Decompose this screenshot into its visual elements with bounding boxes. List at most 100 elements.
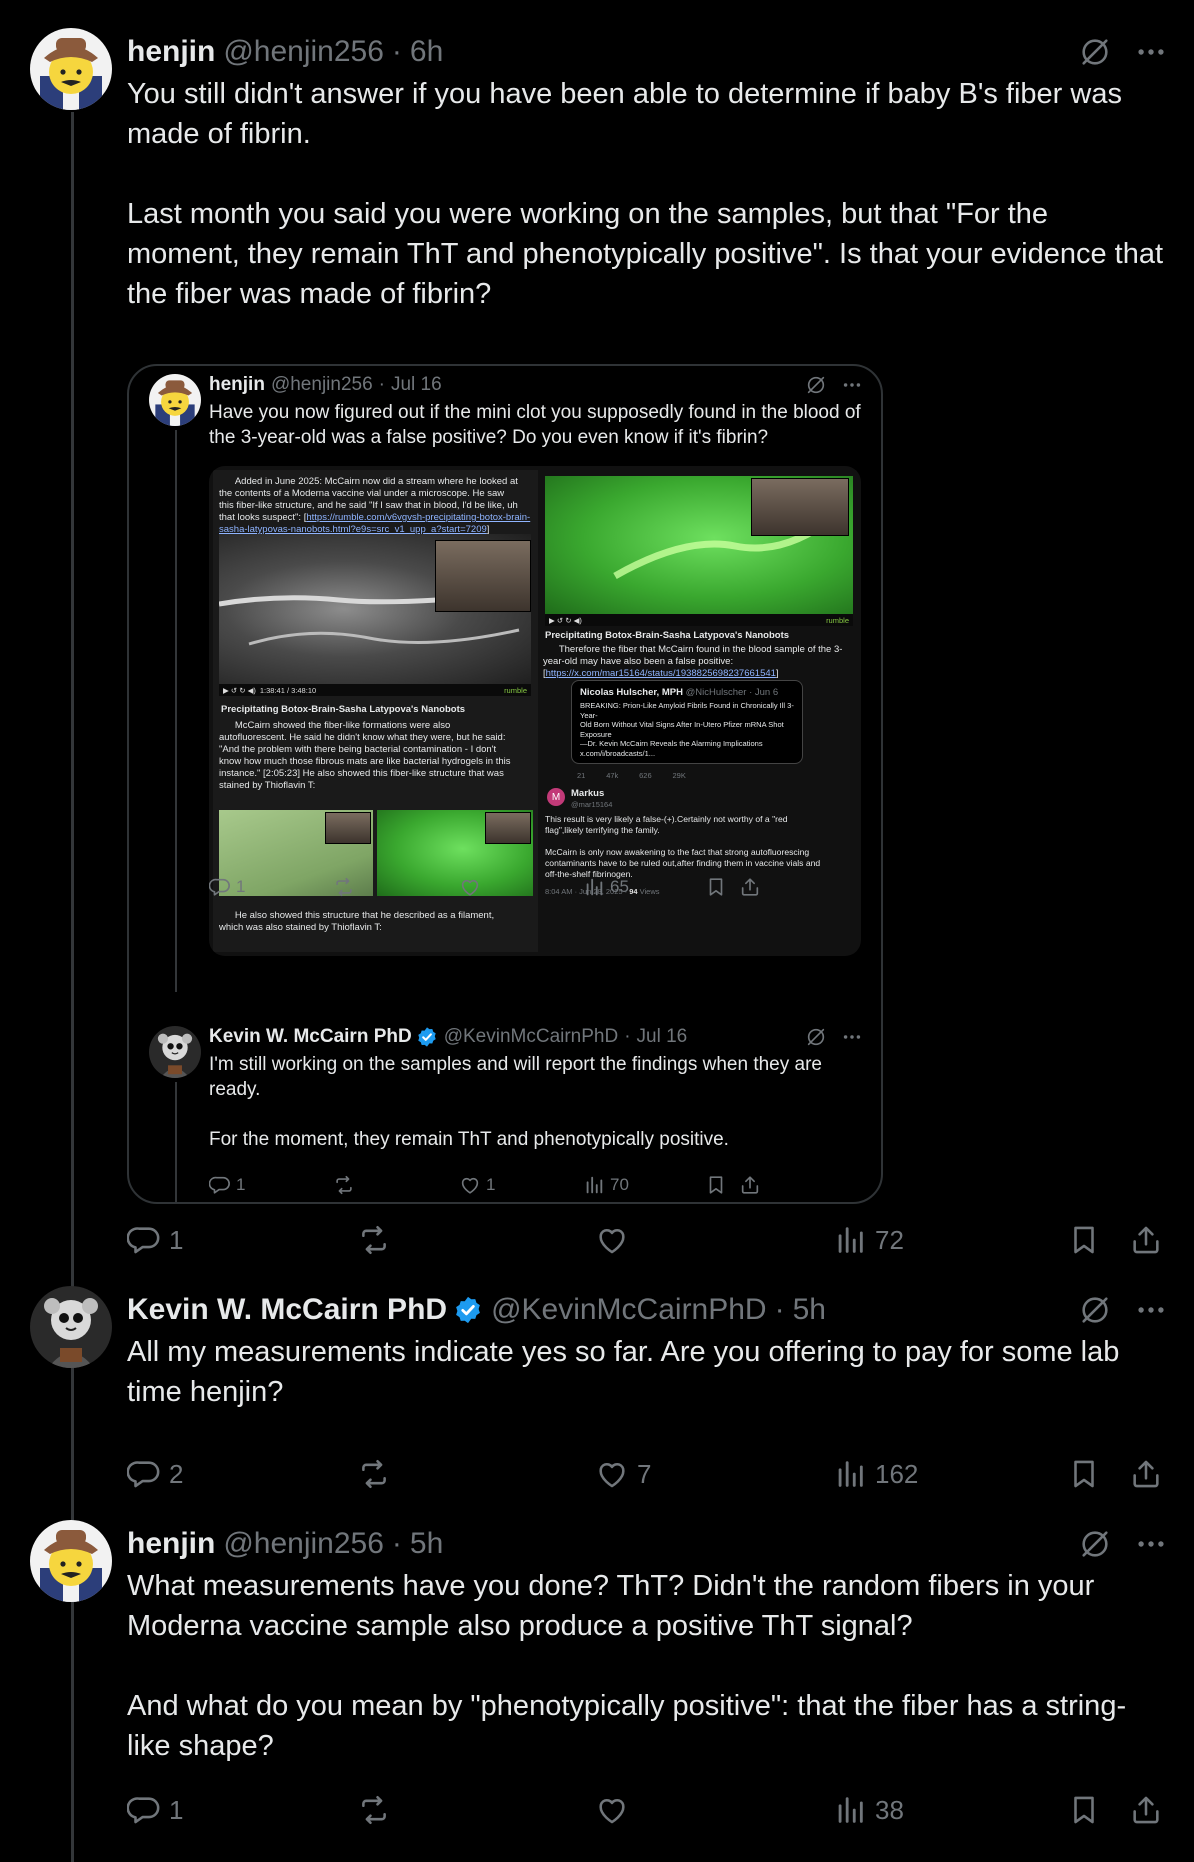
webcam-inset — [325, 812, 371, 844]
reply-button[interactable]: 2 — [127, 1454, 183, 1494]
video-player-bar: ▶ ↺ ↻ ◀) 1:38:41 / 3:48:10 rumble — [219, 684, 531, 696]
like-button[interactable] — [595, 1790, 637, 1830]
share-button[interactable] — [1129, 1790, 1163, 1830]
more-icon[interactable] — [841, 374, 863, 396]
avatar[interactable] — [30, 1286, 112, 1368]
reply-button[interactable]: 1 — [127, 1220, 183, 1260]
quote-action-bar: 1 65 — [209, 874, 859, 900]
quoted-thread[interactable]: henjin @henjin256 · Jul 16 Have you now … — [127, 364, 883, 1204]
separator-dot: · — [378, 374, 385, 395]
quote-header-icons — [805, 372, 863, 398]
media-text: He also showed this structure that he de… — [219, 910, 495, 933]
reply-button[interactable]: 1 — [209, 874, 245, 900]
repost-button[interactable] — [357, 1790, 399, 1830]
verified-icon — [453, 1295, 483, 1325]
media-text: McCairn showed the fiber-like formations… — [219, 720, 511, 791]
card-stats: 21 47k 626 29K — [577, 771, 686, 780]
post-header: Kevin W. McCairn PhD @KevinMcCairnPhD · … — [127, 1290, 1174, 1330]
author-name[interactable]: henjin — [127, 1527, 215, 1561]
share-button[interactable] — [739, 1172, 761, 1198]
views-button[interactable]: 38 — [833, 1790, 904, 1830]
more-icon[interactable] — [841, 1026, 863, 1048]
separator-dot: · — [391, 35, 402, 68]
video-player-bar: ▶ ↺ ↻ ◀) rumble — [545, 614, 853, 626]
avatar[interactable] — [30, 1520, 112, 1602]
author-name[interactable]: Kevin W. McCairn PhD — [127, 1293, 447, 1327]
grok-icon[interactable] — [1078, 1293, 1112, 1327]
quote-author-name[interactable]: Kevin W. McCairn PhD — [209, 1026, 412, 1048]
quote-time[interactable]: Jul 16 — [637, 1026, 688, 1048]
repost-button[interactable] — [333, 1172, 360, 1198]
quote-thread-line — [175, 1082, 177, 1202]
quote-text: Have you now figured out if the mini clo… — [209, 402, 866, 448]
repost-button[interactable] — [357, 1220, 399, 1260]
post-header: henjin @henjin256 · 5h — [127, 1524, 1174, 1564]
more-icon[interactable] — [1134, 1527, 1168, 1561]
like-button[interactable] — [459, 874, 486, 900]
like-button[interactable]: 7 — [595, 1454, 651, 1494]
share-button[interactable] — [1129, 1220, 1163, 1260]
repost-button[interactable] — [357, 1454, 399, 1494]
post[interactable]: henjin @henjin256 · 5h What measurements… — [0, 1520, 1194, 1850]
share-button[interactable] — [739, 874, 761, 900]
action-bar: 1 72 — [127, 1220, 1172, 1260]
quote-header-icons — [805, 1024, 863, 1050]
markus-handle: @mar15164 — [571, 800, 613, 809]
action-bar: 1 38 — [127, 1790, 1172, 1830]
quote-thread-line — [175, 430, 177, 992]
views-button[interactable]: 72 — [833, 1220, 904, 1260]
action-bar: 2 7 162 — [127, 1454, 1172, 1494]
quote-header: henjin @henjin256 · Jul 16 — [209, 372, 442, 398]
post-text: What measurements have you done? ThT? Di… — [127, 1570, 1127, 1762]
like-button[interactable]: 1 — [459, 1172, 495, 1198]
grok-icon[interactable] — [805, 374, 827, 396]
bookmark-button[interactable] — [1067, 1454, 1101, 1494]
author-handle[interactable]: @henjin256 — [223, 1527, 384, 1561]
post-header: henjin @henjin256 · 6h — [127, 32, 1174, 72]
header-icons — [1078, 1290, 1168, 1330]
repost-button[interactable] — [333, 874, 360, 900]
like-button[interactable] — [595, 1220, 637, 1260]
author-handle[interactable]: @KevinMcCairnPhD — [491, 1293, 767, 1327]
header-icons — [1078, 32, 1168, 72]
more-icon[interactable] — [1134, 1293, 1168, 1327]
views-button[interactable]: 162 — [833, 1454, 918, 1494]
header-icons — [1078, 1524, 1168, 1564]
avatar[interactable] — [30, 28, 112, 110]
quote-avatar[interactable] — [149, 374, 201, 426]
reply-button[interactable]: 1 — [127, 1790, 183, 1830]
author-handle[interactable]: @henjin256 — [223, 35, 384, 69]
markus-avatar: M — [547, 788, 565, 806]
webcam-inset — [751, 478, 849, 536]
grok-icon[interactable] — [805, 1026, 827, 1048]
post[interactable]: Kevin W. McCairn PhD @KevinMcCairnPhD · … — [0, 1286, 1194, 1496]
more-icon[interactable] — [1134, 35, 1168, 69]
post-time[interactable]: 5h — [793, 1293, 826, 1327]
post-time[interactable]: 6h — [410, 35, 443, 69]
grok-icon[interactable] — [1078, 1527, 1112, 1561]
bookmark-button[interactable] — [1067, 1220, 1101, 1260]
webcam-inset — [485, 812, 531, 844]
post-text: All my measurements indicate yes so far.… — [127, 1336, 1128, 1408]
quote-text: I'm still working on the samples and wil… — [209, 1054, 822, 1150]
grok-icon[interactable] — [1078, 35, 1112, 69]
separator-dot: · — [774, 1293, 785, 1326]
quote-author-handle[interactable]: @KevinMcCairnPhD — [444, 1026, 619, 1048]
quote-author-name[interactable]: henjin — [209, 374, 265, 396]
quote-avatar[interactable] — [149, 1026, 201, 1078]
views-button[interactable]: 65 — [583, 874, 629, 900]
bookmark-button[interactable] — [705, 1172, 727, 1198]
author-name[interactable]: henjin — [127, 35, 215, 69]
post-time[interactable]: 5h — [410, 1527, 443, 1561]
quote-time[interactable]: Jul 16 — [391, 374, 442, 396]
post[interactable]: henjin @henjin256 · 6h You still didn't … — [0, 28, 1194, 1255]
webcam-inset — [435, 540, 531, 612]
bookmark-button[interactable] — [1067, 1790, 1101, 1830]
bookmark-button[interactable] — [705, 874, 727, 900]
views-button[interactable]: 70 — [583, 1172, 629, 1198]
share-button[interactable] — [1129, 1454, 1163, 1494]
embedded-tweet-card: Nicolas Hulscher, MPH @NicHulscher · Jun… — [571, 680, 803, 764]
reply-button[interactable]: 1 — [209, 1172, 245, 1198]
markus-text: This result is very likely a false-(+).C… — [545, 814, 821, 879]
quote-author-handle[interactable]: @henjin256 — [271, 374, 373, 396]
